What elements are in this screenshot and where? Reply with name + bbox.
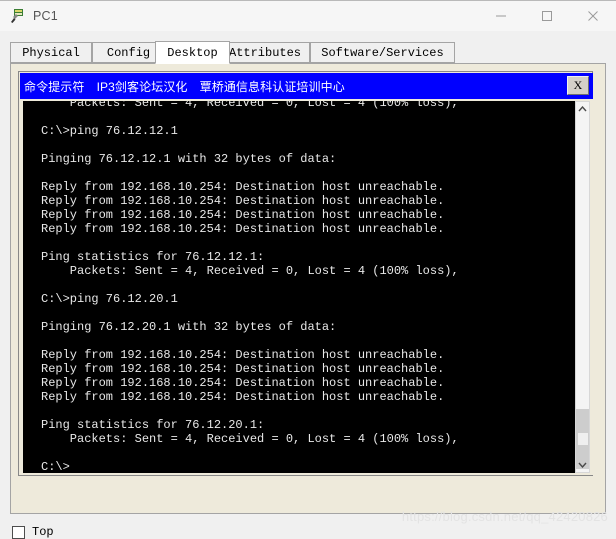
tab-attributes[interactable]: Attributes [220,42,310,63]
console-line: Reply from 192.168.10.254: Destination h… [41,362,445,376]
tab-physical[interactable]: Physical [10,42,92,63]
scrollbar-grip [577,433,588,445]
console-output[interactable]: Packets: Sent = 4, Received = 0, Lost = … [23,101,575,473]
top-checkbox[interactable] [12,525,25,539]
console-line: C:\> [41,460,70,473]
app-body: Physical Config Desktop Attributes Softw… [0,31,616,539]
console-line: Reply from 192.168.10.254: Destination h… [41,194,445,208]
command-prompt-window: 命令提示符 IP3剑客论坛汉化 覃桥通信息科认证培训中心 X Packets: … [18,71,593,476]
minimize-button[interactable] [478,1,524,31]
console-line: Packets: Sent = 4, Received = 0, Lost = … [41,101,459,110]
console-line: Pinging 76.12.20.1 with 32 bytes of data… [41,320,337,334]
tab-desktop[interactable]: Desktop [155,41,230,64]
console-line: C:\>ping 76.12.12.1 [41,124,178,138]
console-line: Reply from 192.168.10.254: Destination h… [41,208,445,222]
top-checkbox-label: Top [32,525,54,539]
close-icon [588,11,598,21]
console-area: Packets: Sent = 4, Received = 0, Lost = … [20,99,593,475]
window-titlebar: PC1 [0,0,616,31]
minimize-icon [496,15,506,17]
console-line: Reply from 192.168.10.254: Destination h… [41,180,445,194]
scroll-down-button[interactable] [576,458,589,472]
console-scrollbar[interactable] [575,101,590,473]
console-line: Reply from 192.168.10.254: Destination h… [41,222,445,236]
console-line: Reply from 192.168.10.254: Destination h… [41,376,445,390]
desktop-panel: 命令提示符 IP3剑客论坛汉化 覃桥通信息科认证培训中心 X Packets: … [10,63,606,514]
maximize-button[interactable] [524,1,570,31]
close-button[interactable] [570,1,616,31]
chevron-down-icon [578,462,587,468]
console-line: Packets: Sent = 4, Received = 0, Lost = … [41,432,459,446]
console-line: Reply from 192.168.10.254: Destination h… [41,390,445,404]
top-checkbox-row[interactable]: Top [12,525,54,539]
console-line: Ping statistics for 76.12.20.1: [41,418,265,432]
tabstrip: Physical Config Desktop Attributes Softw… [10,41,606,64]
window-title: PC1 [33,9,58,23]
scroll-up-button[interactable] [576,102,589,116]
watermark: https://blog.csdn.net/qq_42420826 [401,509,608,524]
tab-software-services[interactable]: Software/Services [310,42,455,63]
console-line: Ping statistics for 76.12.12.1: [41,250,265,264]
maximize-icon [542,11,552,21]
console-line: C:\>ping 76.12.20.1 [41,292,178,306]
console-lines: Packets: Sent = 4, Received = 0, Lost = … [23,101,575,473]
console-line: Packets: Sent = 4, Received = 0, Lost = … [41,264,459,278]
packet-tracer-pc-icon [10,8,26,24]
command-prompt-titlebar: 命令提示符 IP3剑客论坛汉化 覃桥通信息科认证培训中心 X [20,73,593,99]
chevron-up-icon [578,106,587,112]
console-line: Pinging 76.12.12.1 with 32 bytes of data… [41,152,337,166]
command-prompt-title: 命令提示符 IP3剑客论坛汉化 覃桥通信息科认证培训中心 [24,79,345,94]
command-prompt-close-button[interactable]: X [567,76,589,95]
console-line: Reply from 192.168.10.254: Destination h… [41,348,445,362]
